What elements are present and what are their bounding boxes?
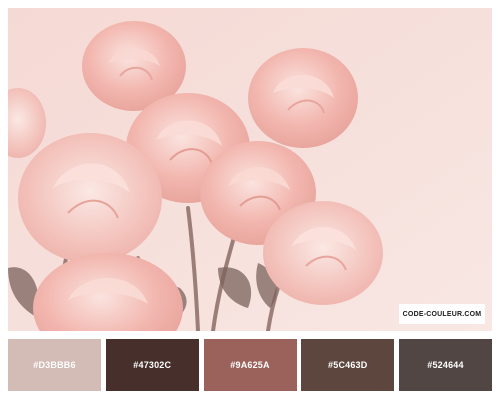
rose <box>263 201 383 305</box>
color-swatch[interactable]: #9A625A <box>203 339 297 391</box>
color-palette: #D3BBB6 #47302C #9A625A #5C463D #524644 <box>8 339 492 391</box>
color-swatch[interactable]: #5C463D <box>301 339 395 391</box>
rose <box>18 133 162 263</box>
color-swatch[interactable]: #47302C <box>105 339 199 391</box>
rose <box>248 48 358 148</box>
rose-photo: CODE-COULEUR.COM <box>8 8 492 331</box>
rose-illustration <box>8 8 492 331</box>
color-swatch[interactable]: #524644 <box>399 339 492 391</box>
color-swatch[interactable]: #D3BBB6 <box>8 339 101 391</box>
brand-watermark: CODE-COULEUR.COM <box>399 304 485 324</box>
